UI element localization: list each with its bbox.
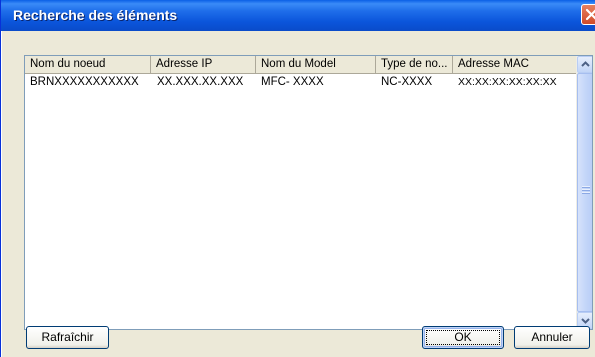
table-row[interactable]: BRNXXXXXXXXXXX XX.XXX.XX.XXX MFC- XXXX N… — [25, 74, 576, 90]
title-bar[interactable]: Recherche des éléments — [1, 0, 595, 31]
cell-node-name: BRNXXXXXXXXXXX — [30, 76, 139, 88]
refresh-button[interactable]: Rafraîchir — [26, 326, 109, 349]
close-button[interactable] — [581, 4, 595, 25]
scroll-up-button[interactable] — [577, 56, 592, 73]
scroll-thumb[interactable] — [577, 73, 592, 312]
dialog-window: Recherche des éléments Nom du noeud Adre… — [0, 0, 595, 357]
refresh-button-label: Rafraîchir — [41, 330, 94, 344]
chevron-up-icon — [581, 61, 590, 67]
column-header-ip-address[interactable]: Adresse IP — [151, 56, 256, 73]
cell-model-name: MFC- XXXX — [261, 76, 324, 88]
ok-button[interactable]: OK — [422, 326, 504, 349]
dialog-body: Nom du noeud Adresse IP Nom du Model Typ… — [2, 31, 595, 357]
cell-node-type: NC-XXXX — [381, 76, 433, 88]
column-header-mac-address[interactable]: Adresse MAC — [453, 56, 576, 73]
column-header-model-name[interactable]: Nom du Model — [256, 56, 376, 73]
focus-indicator — [426, 330, 500, 345]
cancel-button-label: Annuler — [531, 330, 573, 344]
vertical-scrollbar[interactable] — [576, 56, 592, 329]
cell-ip-address: XX.XXX.XX.XXX — [157, 76, 244, 88]
column-header-node-name[interactable]: Nom du noeud — [25, 56, 151, 73]
list-header: Nom du noeud Adresse IP Nom du Model Typ… — [25, 56, 576, 74]
device-list[interactable]: Nom du noeud Adresse IP Nom du Model Typ… — [24, 55, 593, 330]
close-icon — [585, 8, 595, 21]
column-header-node-type[interactable]: Type de no... — [376, 56, 453, 73]
cell-mac-address: XX:XX:XX:XX:XX:XX — [458, 76, 557, 88]
cancel-button[interactable]: Annuler — [514, 326, 590, 349]
window-title: Recherche des éléments — [13, 7, 178, 23]
